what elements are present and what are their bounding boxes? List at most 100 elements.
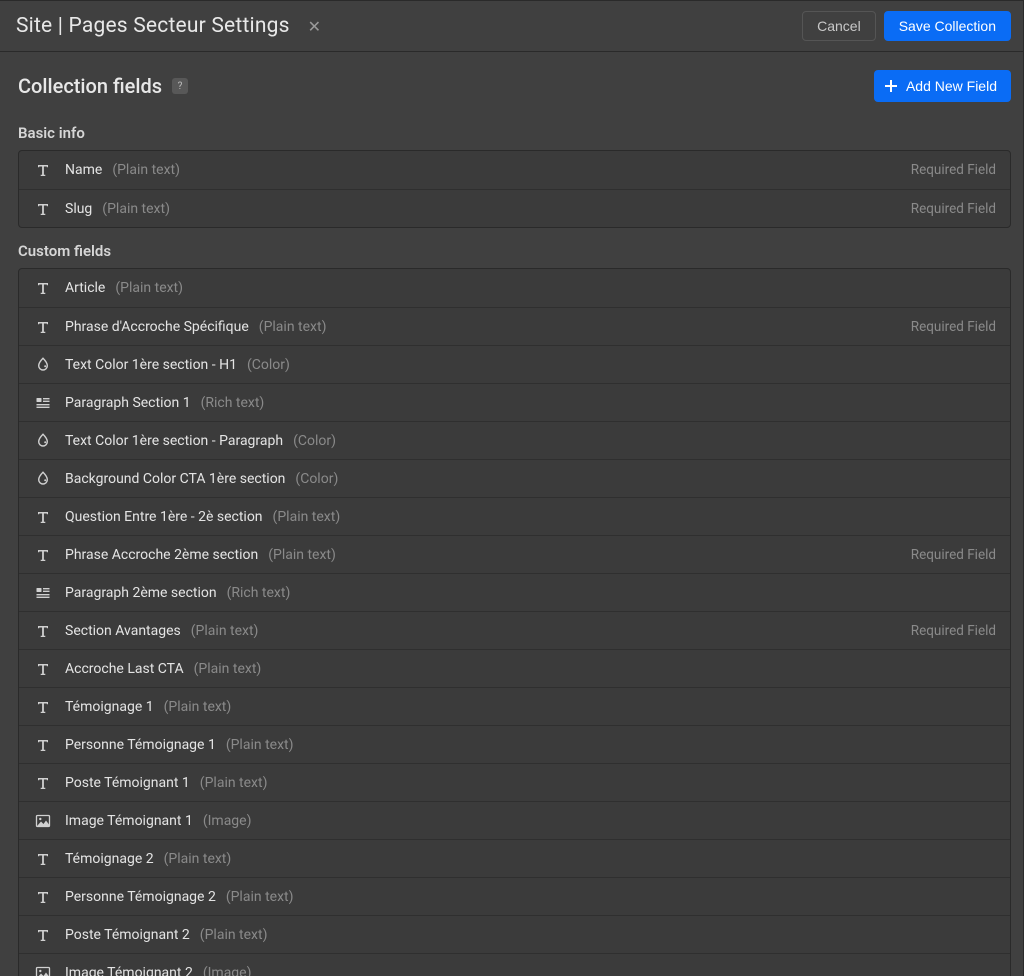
field-name: Poste Témoignant 2	[65, 927, 190, 943]
field-type: (Plain text)	[112, 162, 180, 178]
field-name: Image Témoignant 2	[65, 965, 193, 976]
rich-field-icon	[33, 585, 53, 601]
field-name: Image Témoignant 1	[65, 813, 193, 829]
header-left: Site | Pages Secteur Settings ✕	[16, 13, 325, 40]
field-row[interactable]: Image Témoignant 2 (Image)	[19, 953, 1010, 976]
field-row[interactable]: Paragraph 2ème section(Rich text)	[19, 573, 1010, 611]
close-icon[interactable]: ✕	[304, 13, 325, 40]
field-row[interactable]: Slug(Plain text)Required Field	[19, 189, 1010, 227]
field-name: Accroche Last CTA	[65, 661, 184, 677]
field-name: Témoignage 1	[65, 699, 154, 715]
text-field-icon	[33, 201, 53, 217]
field-type: (Plain text)	[200, 927, 268, 943]
field-row[interactable]: Article (Plain text)	[19, 269, 1010, 307]
required-field-tag: Required Field	[911, 547, 996, 563]
text-field-icon	[33, 547, 53, 563]
text-field-icon	[33, 280, 53, 296]
field-name: Phrase Accroche 2ème section	[65, 547, 258, 563]
help-icon[interactable]: ?	[172, 78, 188, 94]
save-collection-button[interactable]: Save Collection	[884, 11, 1011, 41]
required-field-tag: Required Field	[911, 319, 996, 335]
field-type: (Color)	[247, 357, 290, 373]
field-row[interactable]: Text Color 1ère section - Paragraph (Colo…	[19, 421, 1010, 459]
field-type: (Color)	[295, 471, 338, 487]
text-field-icon	[33, 623, 53, 639]
field-name: Poste Témoignant 1	[65, 775, 190, 791]
field-name: Text Color 1ère section - Paragraph	[65, 433, 283, 449]
field-row[interactable]: Section Avantages(Plain text)Required Fi…	[19, 611, 1010, 649]
field-row[interactable]: Question Entre 1ère - 2è section (Plain t…	[19, 497, 1010, 535]
modal-title: Site | Pages Secteur Settings	[16, 14, 290, 38]
text-field-icon	[33, 162, 53, 178]
field-name: Témoignage 2	[65, 851, 154, 867]
text-field-icon	[33, 661, 53, 677]
field-type: (Plain text)	[191, 623, 259, 639]
image-field-icon	[33, 813, 53, 829]
add-new-field-button[interactable]: Add New Field	[874, 70, 1011, 102]
field-name: Background Color CTA 1ère section	[65, 471, 285, 487]
page-title-row: Collection fields ? Add New Field	[18, 70, 1011, 102]
field-row[interactable]: Phrase d'Accroche Spécifique(Plain text)…	[19, 307, 1010, 345]
field-row[interactable]: Name (Plain text) Required Field	[19, 151, 1010, 189]
field-row[interactable]: Témoignage 1(Plain text)	[19, 687, 1010, 725]
field-name: Personne Témoignage 1	[65, 737, 216, 753]
field-row[interactable]: Paragraph Section 1(Rich text)	[19, 383, 1010, 421]
field-name: Text Color 1ère section - H1	[65, 357, 237, 373]
page-title: Collection fields ?	[18, 74, 188, 98]
field-type: (Rich text)	[227, 585, 291, 601]
color-field-icon	[33, 471, 53, 487]
field-name: Slug	[65, 201, 92, 217]
field-type: (Plain text)	[102, 201, 170, 217]
field-name: Name	[65, 162, 102, 178]
field-type: (Plain text)	[115, 280, 183, 296]
cancel-button[interactable]: Cancel	[802, 11, 876, 41]
basic-info-heading: Basic info	[18, 124, 1011, 142]
field-type: (Plain text)	[268, 547, 336, 563]
text-field-icon	[33, 775, 53, 791]
field-row[interactable]: Image Témoignant 1 (Image)	[19, 801, 1010, 839]
header-actions: Cancel Save Collection	[802, 11, 1011, 41]
field-row[interactable]: Personne Témoignage 1 (Plain text)	[19, 725, 1010, 763]
add-new-field-label: Add New Field	[906, 78, 997, 94]
text-field-icon	[33, 699, 53, 715]
field-row[interactable]: Accroche Last CTA(Plain text)	[19, 649, 1010, 687]
field-type: (Rich text)	[201, 395, 265, 411]
field-row[interactable]: Personne Témoignage 2 (Plain text)	[19, 877, 1010, 915]
text-field-icon	[33, 509, 53, 525]
field-type: (Image)	[203, 965, 252, 976]
field-name: Article	[65, 280, 105, 296]
field-type: (Plain text)	[226, 889, 294, 905]
text-field-icon	[33, 927, 53, 943]
rich-field-icon	[33, 395, 53, 411]
field-type: (Color)	[293, 433, 336, 449]
field-row[interactable]: Poste Témoignant 1 (Plain text)	[19, 763, 1010, 801]
field-type: (Plain text)	[200, 775, 268, 791]
field-row[interactable]: Phrase Accroche 2ème section (Plain text)…	[19, 535, 1010, 573]
custom-fields-list: Article (Plain text) Phrase d'Accroche Spé…	[18, 268, 1011, 976]
field-type: (Image)	[203, 813, 252, 829]
modal-content: Collection fields ? Add New Field Basic …	[0, 52, 1023, 976]
text-field-icon	[33, 889, 53, 905]
text-field-icon	[33, 319, 53, 335]
page-title-text: Collection fields	[18, 74, 162, 98]
custom-fields-heading: Custom fields	[18, 242, 1011, 260]
field-type: (Plain text)	[226, 737, 294, 753]
image-field-icon	[33, 965, 53, 976]
text-field-icon	[33, 737, 53, 753]
text-field-icon	[33, 851, 53, 867]
color-field-icon	[33, 357, 53, 373]
field-name: Section Avantages	[65, 623, 181, 639]
field-name: Phrase d'Accroche Spécifique	[65, 319, 249, 335]
field-type: (Plain text)	[164, 851, 232, 867]
required-field-tag: Required Field	[911, 162, 996, 178]
plus-icon	[884, 79, 898, 93]
modal-header: Site | Pages Secteur Settings ✕ Cancel S…	[0, 1, 1023, 52]
field-row[interactable]: Background Color CTA 1ère section (Color)	[19, 459, 1010, 497]
field-row[interactable]: Text Color 1ère section - H1 (Color)	[19, 345, 1010, 383]
field-name: Question Entre 1ère - 2è section	[65, 509, 263, 525]
field-row[interactable]: Poste Témoignant 2 (Plain text)	[19, 915, 1010, 953]
settings-modal: Site | Pages Secteur Settings ✕ Cancel S…	[0, 0, 1024, 976]
field-type: (Plain text)	[273, 509, 341, 525]
field-name: Personne Témoignage 2	[65, 889, 216, 905]
field-row[interactable]: Témoignage 2 (Plain text)	[19, 839, 1010, 877]
